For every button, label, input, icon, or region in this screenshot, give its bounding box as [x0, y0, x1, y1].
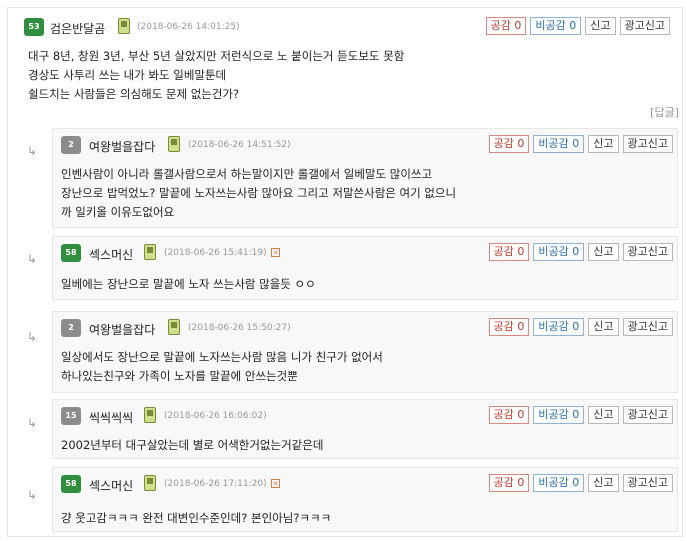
comment-line: 일상에서도 장난으로 말끝에 노자쓰는사람 많음 니가 친구가 없어서 [61, 350, 383, 364]
reply-comment: LV 58 섹스머신 (2018-06-26 15:41:19) ✕ 공감 0 비… [52, 236, 678, 300]
report-button[interactable]: 신고 [588, 474, 619, 492]
comment-line: 경상도 사투리 쓰는 내가 봐도 일베말툰데 [28, 68, 227, 82]
level-badge-icon: LV 2 [61, 132, 81, 154]
comment-line: 인벤사람이 아니라 롤갤사람으로서 하는말이지만 롤갤에서 일베말도 많이쓰고 [61, 167, 433, 181]
comment-actions: 공감 0 비공감 0 신고 광고신고 [488, 135, 673, 153]
reply-comment: LV 2 여왕벌을잡다 (2018-06-26 15:50:27) 공감 0 비공… [52, 311, 678, 393]
comment-header: LV 15 씩씩씩씩 (2018-06-26 16:06:02) 공감 0 비공감… [53, 403, 677, 427]
comment-date: (2018-06-26 14:51:52) [188, 140, 291, 150]
author-nick[interactable]: 검은반달곰 [50, 20, 105, 37]
like-button[interactable]: 공감 0 [488, 243, 530, 261]
comment-body: 대구 8년, 창원 3년, 부산 5년 살았지만 저런식으로 노 붙이는거 듣도… [20, 47, 674, 104]
reply-arrow-icon: ↳ [27, 416, 38, 430]
comment-line: 쉴드치는 사람들은 의심해도 문제 없는건가? [28, 87, 240, 101]
phone-icon [144, 407, 156, 423]
ad-report-button[interactable]: 광고신고 [622, 135, 673, 153]
comment-line: 장난으로 밥먹었노? 말끝에 노자쓰는사람 많아요 그리고 저말쓴사람은 여기 … [61, 186, 457, 200]
comment-line: 까 일키올 이유도없어요 [61, 205, 175, 219]
comment-actions: 공감 0 비공감 0 신고 광고신고 [488, 474, 673, 492]
phone-icon [168, 136, 180, 152]
author-nick[interactable]: 씩씩씩씩 [89, 409, 133, 426]
level-badge-icon: LV 58 [61, 471, 81, 493]
comment-line: 걍 웃고감ㅋㅋㅋ 완전 대변인수준인데? 본인아님?ㅋㅋㅋ [61, 511, 332, 525]
ad-report-button[interactable]: 광고신고 [622, 474, 673, 492]
comment-line: 대구 8년, 창원 3년, 부산 5년 살았지만 저런식으로 노 붙이는거 듣도… [28, 49, 405, 63]
comment-body: 일베에는 장난으로 말끝에 노자 쓰는사람 많을듯 ㅇㅇ [53, 275, 677, 294]
like-button[interactable]: 공감 0 [485, 17, 527, 35]
phone-icon [168, 319, 180, 335]
x-icon[interactable]: ✕ [271, 248, 280, 257]
comment-actions: 공감 0 비공감 0 신고 광고신고 [485, 17, 670, 35]
comment-date: (2018-06-26 16:06:02) [164, 411, 267, 421]
ad-report-button[interactable]: 광고신고 [619, 17, 670, 35]
report-button[interactable]: 신고 [588, 135, 619, 153]
reply-link[interactable]: [답글] [650, 104, 679, 120]
comment-line: 하나있는친구와 가족이 노자를 말끝에 안쓰는것뿐 [61, 369, 298, 383]
comment-body: 일상에서도 장난으로 말끝에 노자쓰는사람 많음 니가 친구가 없어서 하나있는… [53, 348, 677, 386]
report-button[interactable]: 신고 [588, 318, 619, 336]
comment-header: LV 58 섹스머신 (2018-06-26 17:11:20) ✕ 공감 0 비… [53, 471, 677, 495]
comment-header: LV 53 검은반달곰 (2018-06-26 14:01:25) 공감 0 비공… [20, 14, 674, 38]
comment: LV 53 검은반달곰 (2018-06-26 14:01:25) 공감 0 비공… [20, 14, 674, 104]
author-nick[interactable]: 여왕벌을잡다 [89, 138, 155, 155]
reply-comment: LV 58 섹스머신 (2018-06-26 17:11:20) ✕ 공감 0 비… [52, 467, 678, 532]
comment-date: (2018-06-26 14:01:25) [137, 22, 240, 32]
like-button[interactable]: 공감 0 [488, 474, 530, 492]
like-button[interactable]: 공감 0 [488, 318, 530, 336]
comment-body: 걍 웃고감ㅋㅋㅋ 완전 대변인수준인데? 본인아님?ㅋㅋㅋ [53, 509, 677, 528]
comment-date: (2018-06-26 15:41:19) [164, 248, 267, 258]
reply-comment: LV 2 여왕벌을잡다 (2018-06-26 14:51:52) 공감 0 비공… [52, 128, 678, 228]
comment-header: LV 2 여왕벌을잡다 (2018-06-26 15:50:27) 공감 0 비공… [53, 315, 677, 339]
report-button[interactable]: 신고 [588, 243, 619, 261]
report-button[interactable]: 신고 [585, 17, 616, 35]
comment-line: 일베에는 장난으로 말끝에 노자 쓰는사람 많을듯 ㅇㅇ [61, 277, 316, 291]
comment-header: LV 58 섹스머신 (2018-06-26 15:41:19) ✕ 공감 0 비… [53, 240, 677, 264]
report-button[interactable]: 신고 [588, 406, 619, 424]
comment-actions: 공감 0 비공감 0 신고 광고신고 [488, 406, 673, 424]
level-badge-icon: LV 2 [61, 315, 81, 337]
level-badge-icon: LV 58 [61, 240, 81, 262]
dislike-button[interactable]: 비공감 0 [530, 17, 582, 35]
ad-report-button[interactable]: 광고신고 [622, 406, 673, 424]
level-badge-icon: LV 15 [61, 403, 81, 425]
author-nick[interactable]: 여왕벌을잡다 [89, 321, 155, 338]
comment-body: 인벤사람이 아니라 롤갤사람으로서 하는말이지만 롤갤에서 일베말도 많이쓰고 … [53, 165, 677, 222]
phone-icon [144, 244, 156, 260]
author-nick[interactable]: 섹스머신 [89, 477, 133, 494]
like-button[interactable]: 공감 0 [488, 135, 530, 153]
phone-icon [118, 18, 130, 34]
reply-comment: LV 15 씩씩씩씩 (2018-06-26 16:06:02) 공감 0 비공감… [52, 399, 678, 459]
reply-arrow-icon: ↳ [27, 144, 38, 158]
dislike-button[interactable]: 비공감 0 [533, 474, 585, 492]
ad-report-button[interactable]: 광고신고 [622, 318, 673, 336]
reply-arrow-icon: ↳ [27, 252, 38, 266]
reply-arrow-icon: ↳ [27, 330, 38, 344]
comment-actions: 공감 0 비공감 0 신고 광고신고 [488, 318, 673, 336]
comment-date: (2018-06-26 15:50:27) [188, 323, 291, 333]
comment-date: (2018-06-26 17:11:20) [164, 479, 267, 489]
comment-header: LV 2 여왕벌을잡다 (2018-06-26 14:51:52) 공감 0 비공… [53, 132, 677, 156]
ad-report-button[interactable]: 광고신고 [622, 243, 673, 261]
phone-icon [144, 475, 156, 491]
dislike-button[interactable]: 비공감 0 [533, 406, 585, 424]
dislike-button[interactable]: 비공감 0 [533, 135, 585, 153]
comment-body: 2002년부터 대구살았는데 별로 어색한거없는거같은데 [53, 436, 677, 455]
dislike-button[interactable]: 비공감 0 [533, 243, 585, 261]
dislike-button[interactable]: 비공감 0 [533, 318, 585, 336]
level-badge-icon: LV 53 [24, 14, 44, 36]
reply-arrow-icon: ↳ [27, 488, 38, 502]
comment-line: 2002년부터 대구살았는데 별로 어색한거없는거같은데 [61, 438, 324, 452]
like-button[interactable]: 공감 0 [488, 406, 530, 424]
author-nick[interactable]: 섹스머신 [89, 246, 133, 263]
x-icon[interactable]: ✕ [271, 479, 280, 488]
comment-actions: 공감 0 비공감 0 신고 광고신고 [488, 243, 673, 261]
